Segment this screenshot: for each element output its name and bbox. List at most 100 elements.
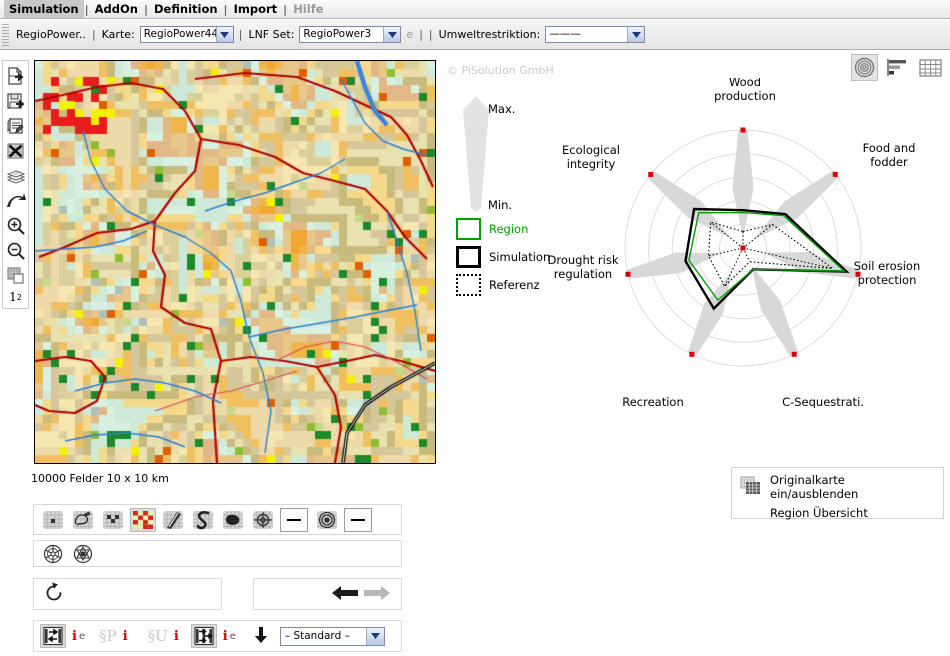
reset-rotate-icon[interactable] — [42, 581, 66, 608]
swatch-dash — [287, 518, 301, 521]
transfer-right-e-label[interactable]: e — [79, 631, 85, 642]
max-label: Max. — [488, 102, 516, 116]
menu-item-definition[interactable]: Definition — [149, 0, 223, 18]
radar-chart-svg[interactable]: Wood production Food and fodder Soil erosion… — [540, 78, 950, 408]
blob-fill-tool[interactable] — [220, 508, 246, 532]
delete-grid-icon[interactable] — [4, 138, 27, 163]
paragraph-u-icon[interactable]: §U — [148, 627, 168, 645]
toolbar-strip: RegioPower.. | Karte: RegioPower44:: | L… — [0, 20, 950, 50]
map-layers-icon — [740, 476, 762, 499]
radar-chart[interactable]: Wood production Food and fodder Soil erosion… — [540, 78, 950, 408]
transfer-both-icon[interactable] — [190, 624, 217, 648]
paint-grid-tool[interactable] — [130, 507, 156, 532]
one-squared-label[interactable]: 12 — [4, 288, 27, 306]
toolstrip-separator: | — [419, 28, 423, 41]
paragraph-u-i-label[interactable]: i — [174, 629, 179, 644]
radar-axis-label: Recreation — [622, 395, 684, 408]
karte-label: Karte: — [101, 28, 135, 41]
e-label: e — [406, 28, 414, 41]
single-cell-tool[interactable] — [40, 508, 66, 532]
menu-item-hilfe[interactable]: Hilfe — [288, 0, 328, 18]
back-arrow-icon[interactable] — [331, 584, 359, 605]
radar-axis-label: C-Sequestrati. — [782, 395, 864, 408]
drawing-tools-bar — [33, 504, 402, 535]
radar-axis-label: Wood production — [714, 78, 776, 103]
lnf-set-select-value: RegioPower3 — [303, 28, 372, 40]
download-arrow-icon[interactable] — [250, 624, 272, 649]
paragraph-p-i-label[interactable]: i — [123, 629, 128, 644]
transfer-right-icon[interactable] — [40, 624, 66, 648]
navigation-bar — [253, 578, 402, 610]
chevron-down-icon[interactable] — [215, 27, 233, 42]
table-view-icon[interactable] — [917, 54, 944, 81]
transfer-right-i-label[interactable]: i — [72, 629, 77, 644]
paragraph-p-icon[interactable]: §P — [99, 627, 117, 645]
menu-item-addon[interactable]: AddOn — [90, 0, 143, 18]
toolstrip-separator: | — [428, 28, 433, 41]
umweltrestriktion-label: Umweltrestriktion: — [438, 28, 541, 41]
transfer-both-e-label[interactable]: e — [230, 631, 236, 642]
preset-select[interactable]: – Standard – — [279, 626, 385, 646]
originalkarte-toggle[interactable]: Originalkarte ein/ausblenden — [740, 473, 935, 501]
concentric-target-tool[interactable] — [314, 508, 340, 532]
chevron-down-icon[interactable] — [627, 27, 645, 42]
karte-select[interactable]: RegioPower44:: — [139, 26, 234, 43]
toolstrip-separator: | — [91, 28, 96, 41]
chevron-down-icon[interactable] — [383, 27, 401, 42]
radar-axis-label: Ecological integrity — [562, 143, 620, 171]
legend-swatch-referenz — [456, 274, 481, 296]
left-tool-palette: 12 — [2, 60, 29, 309]
reset-bar — [33, 578, 222, 610]
app-name-label: RegioPower.. — [16, 28, 86, 41]
menu-item-import[interactable]: Import — [229, 0, 283, 18]
undo-arrow-icon[interactable] — [4, 188, 27, 213]
crosshair-color-swatch[interactable] — [280, 507, 308, 532]
wheel-star-tool[interactable] — [70, 542, 96, 566]
layers-icon[interactable] — [4, 163, 27, 188]
export-page-icon[interactable] — [4, 63, 27, 88]
lnf-set-label: LNF Set: — [248, 28, 295, 41]
copyright-label: © PiSolution GmbH — [447, 64, 554, 77]
lasso-tool[interactable] — [70, 508, 96, 532]
transfer-both-i-label[interactable]: i — [223, 629, 228, 644]
toolbar-drag-handle[interactable] — [2, 23, 9, 46]
zoom-in-icon[interactable] — [4, 213, 27, 238]
legend-label-referenz: Referenz — [489, 278, 540, 292]
karte-select-value: RegioPower44:: — [143, 28, 216, 40]
legend-label-region: Region — [489, 222, 529, 236]
bar-chart-view-icon[interactable] — [884, 54, 911, 81]
view-switcher — [851, 54, 944, 81]
wheel-tools-bar — [33, 540, 402, 567]
menu-bar: Simulation | AddOn | Definition | Import… — [0, 0, 950, 19]
legend-swatch-region — [456, 218, 481, 240]
radar-axis-label: Food and fodder — [863, 141, 916, 169]
chevron-down-icon[interactable] — [365, 627, 384, 645]
preset-select-value: – Standard – — [284, 630, 350, 642]
umweltrestriktion-select-value: ——— — [549, 28, 581, 40]
map-overlay-panel: Originalkarte ein/ausblenden Region Über… — [731, 467, 944, 520]
save-disk-icon[interactable] — [4, 88, 27, 113]
radar-axis-label: Drought risk regulation — [548, 253, 619, 281]
forward-arrow-icon[interactable] — [363, 584, 391, 605]
wheel-spokes-tool[interactable] — [40, 542, 66, 566]
originalkarte-label: Originalkarte ein/ausblenden — [770, 473, 859, 501]
menu-item-simulation[interactable]: Simulation — [4, 0, 84, 18]
lnf-set-select[interactable]: RegioPower3 — [299, 26, 402, 43]
legend-swatch-simulation — [456, 246, 481, 268]
transfer-bar: i e §P i §U i i e – Standard – — [33, 620, 402, 652]
grid-copy-icon[interactable] — [4, 263, 27, 288]
concentric-color-swatch[interactable] — [344, 507, 372, 532]
region-uebersicht-link[interactable]: Region Übersicht — [740, 506, 935, 520]
zoom-out-icon[interactable] — [4, 238, 27, 263]
print-icon[interactable] — [4, 113, 27, 138]
crosshair-target-tool[interactable] — [250, 508, 276, 532]
one-squared-text: 1 — [9, 290, 17, 304]
freehand-tool[interactable] — [190, 508, 216, 532]
umweltrestriktion-select[interactable]: ——— — [545, 26, 646, 43]
map-raster[interactable] — [35, 61, 435, 463]
map-viewport[interactable] — [34, 60, 436, 464]
multi-cell-tool[interactable] — [100, 508, 126, 532]
swatch-dash — [351, 518, 365, 521]
line-tool[interactable] — [160, 508, 186, 532]
radar-view-icon[interactable] — [851, 54, 878, 81]
